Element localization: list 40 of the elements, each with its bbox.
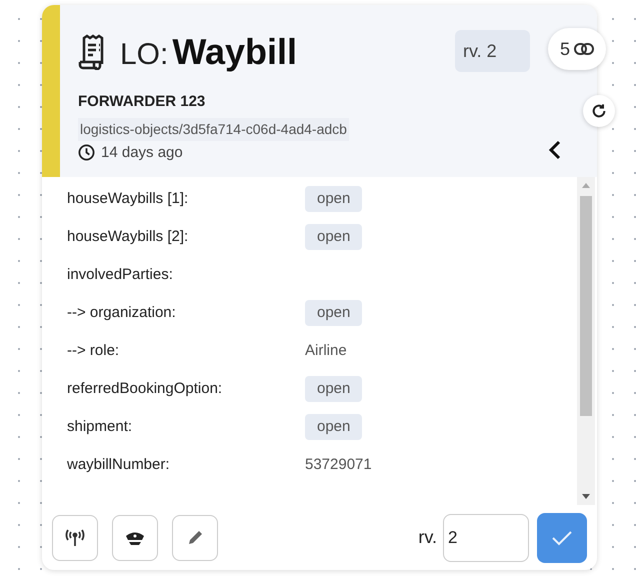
revision-label: rv. — [418, 526, 437, 549]
property-label: houseWaybills [1]: — [67, 188, 190, 209]
antenna-button[interactable] — [52, 514, 98, 560]
open-button[interactable]: open — [305, 224, 362, 250]
property-label: houseWaybills [2]: — [67, 226, 190, 247]
refresh-button[interactable] — [583, 95, 615, 127]
revision-chip: rv. 2 — [455, 30, 530, 72]
property-label: --> role: — [67, 340, 120, 361]
open-button[interactable]: open — [305, 376, 362, 402]
check-icon — [551, 530, 573, 546]
scrollbar[interactable] — [577, 177, 595, 505]
title-prefix: LO: — [120, 37, 168, 73]
collapse-button[interactable] — [548, 139, 562, 161]
open-button[interactable]: open — [305, 414, 362, 440]
chevron-left-icon — [548, 139, 562, 161]
antenna-icon — [64, 528, 86, 546]
property-value: Airline — [305, 340, 347, 361]
officer-cap-icon — [125, 530, 145, 546]
property-label: referredBookingOption: — [67, 378, 224, 399]
links-button[interactable]: 5 — [548, 28, 606, 70]
property-label: involvedParties: — [67, 264, 174, 285]
property-label: --> organization: — [67, 302, 177, 323]
pencil-icon — [186, 528, 204, 546]
card-title: Waybill — [172, 30, 298, 74]
revision-input[interactable]: 2 — [443, 514, 529, 562]
clock-icon — [78, 144, 95, 162]
open-button[interactable]: open — [305, 300, 362, 326]
edit-button[interactable] — [172, 514, 218, 560]
property-value: 53729071 — [305, 454, 372, 475]
property-label: waybillNumber: — [67, 454, 171, 475]
object-path: logistics-objects/3d5fa714-c06d-4ad4-adcb — [78, 118, 349, 140]
officer-button[interactable] — [112, 514, 158, 560]
age-text: 14 days ago — [101, 142, 183, 162]
scroll-down-icon[interactable] — [582, 494, 590, 499]
open-button[interactable]: open — [305, 186, 362, 212]
confirm-button[interactable] — [537, 512, 587, 562]
link-icon — [574, 43, 594, 55]
property-label: shipment: — [67, 416, 134, 437]
owner-name: FORWARDER 123 — [78, 92, 206, 112]
refresh-icon — [591, 103, 607, 119]
